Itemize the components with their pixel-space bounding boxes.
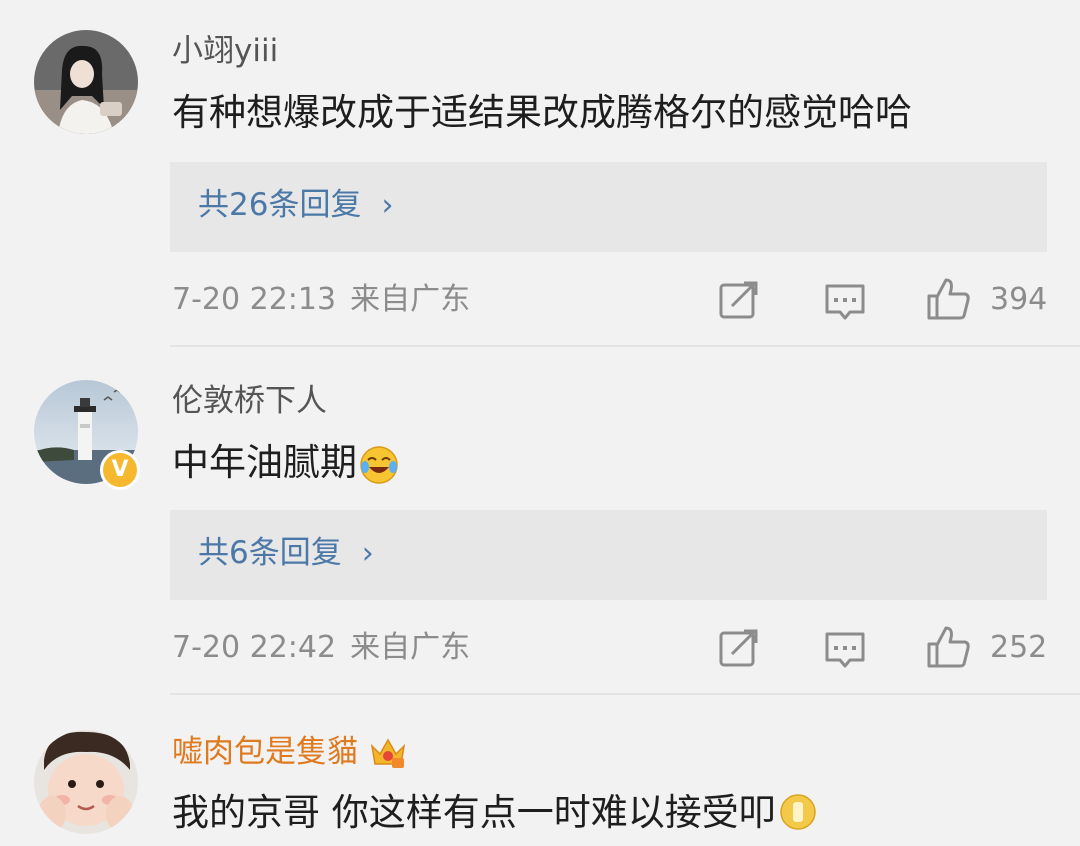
comment-item: V 伦敦桥下人 中年油腻期 共6条回复 › 7-20 22:42 来自广东 252	[0, 346, 1080, 694]
location: 来自广东	[350, 282, 471, 317]
reply-count-label: 共26条回复	[198, 187, 362, 223]
like-count: 394	[990, 282, 1048, 317]
laugh-cry-emoji-icon	[360, 445, 398, 484]
comment-text-body: 中年油腻期	[172, 441, 357, 484]
username[interactable]: 伦敦桥下人	[172, 386, 327, 417]
username-text: 嘘肉包是隻貓	[172, 733, 358, 770]
like-icon[interactable]	[926, 624, 972, 670]
comment-meta: 7-20 22:13 来自广东	[172, 285, 470, 315]
chevron-right-icon: ›	[361, 535, 374, 571]
username[interactable]: 小翊yiii	[172, 36, 278, 67]
timestamp: 7-20 22:42	[172, 630, 337, 665]
timestamp: 7-20 22:13	[172, 282, 337, 317]
chevron-right-icon: ›	[381, 187, 394, 223]
comment-text: 中年油腻期	[172, 444, 399, 485]
comment-meta: 7-20 22:42 来自广东	[172, 633, 470, 663]
reply-box[interactable]: 共6条回复 ›	[170, 510, 1047, 600]
verified-badge-icon: V	[100, 450, 140, 490]
comment-item: 嘘肉包是隻貓 我的京哥 你这样有点一时难以接受叩	[0, 694, 1080, 846]
comment-text: 我的京哥 你这样有点一时难以接受叩	[172, 792, 818, 832]
share-icon[interactable]	[718, 280, 760, 320]
like-icon[interactable]	[926, 276, 972, 322]
username[interactable]: 嘘肉包是隻貓	[172, 734, 408, 770]
comment-icon[interactable]	[824, 282, 866, 322]
share-icon[interactable]	[718, 628, 760, 668]
reply-count-label: 共6条回复	[198, 535, 342, 571]
view-replies-link[interactable]: 共6条回复 ›	[198, 538, 374, 569]
view-replies-link[interactable]: 共26条回复 ›	[198, 190, 393, 221]
reply-box[interactable]: 共26条回复 ›	[170, 162, 1047, 252]
location: 来自广东	[350, 630, 471, 665]
comment-icon[interactable]	[824, 630, 866, 670]
emoji-icon	[780, 794, 816, 830]
avatar[interactable]	[34, 30, 138, 134]
comment-text: 有种想爆改成于适结果改成腾格尔的感觉哈哈	[172, 91, 912, 134]
avatar[interactable]	[34, 730, 138, 834]
comment-text-body: 我的京哥 你这样有点一时难以接受叩	[172, 790, 776, 834]
like-count: 252	[990, 630, 1048, 665]
comment-item: 小翊yiii 有种想爆改成于适结果改成腾格尔的感觉哈哈 共26条回复 › 7-2…	[0, 0, 1080, 346]
crown-icon	[370, 738, 406, 768]
